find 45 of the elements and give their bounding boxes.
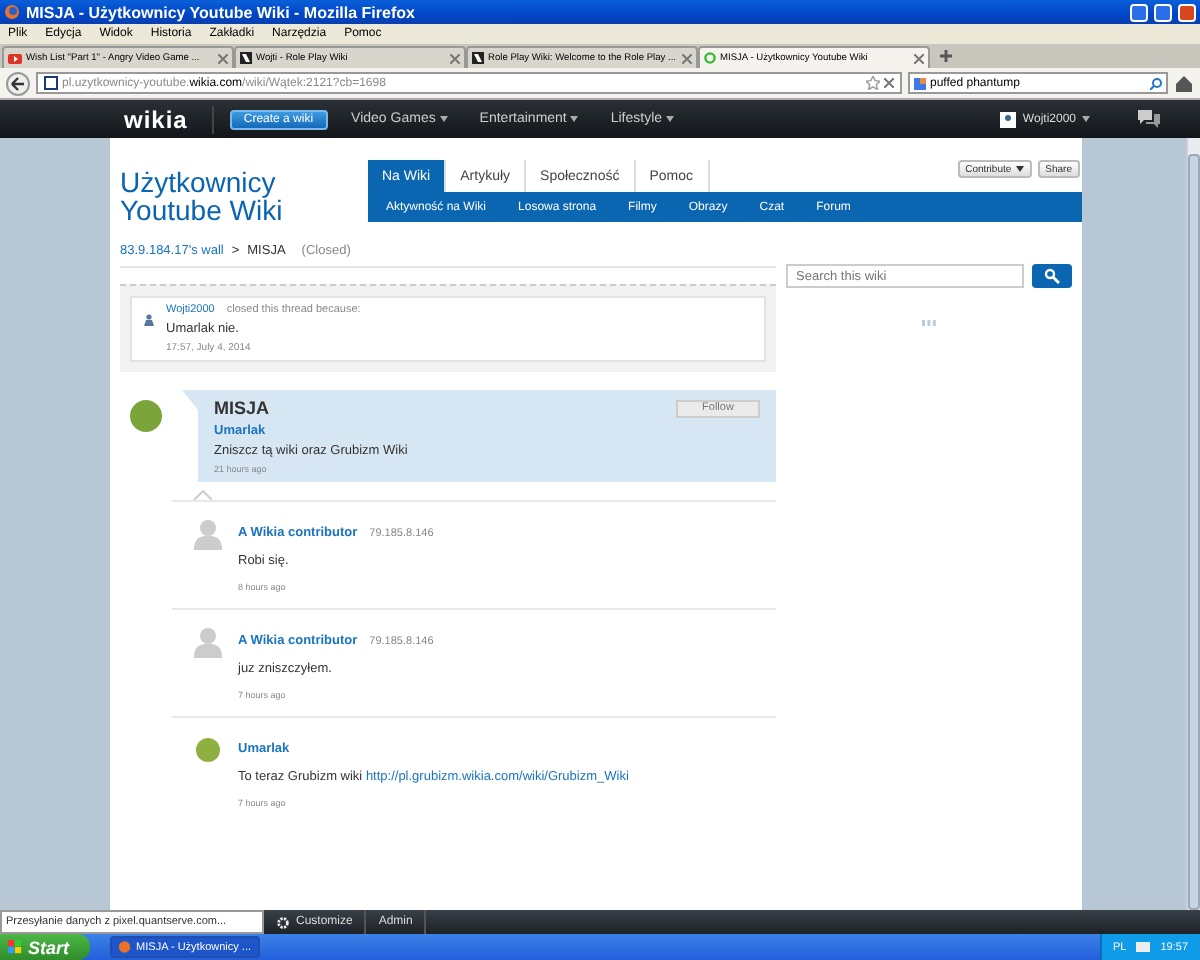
firefox-logo-icon [117, 940, 131, 954]
close-icon[interactable] [450, 53, 460, 63]
wikia-logo[interactable]: wikia [124, 105, 214, 133]
close-icon[interactable] [884, 78, 894, 88]
caret-icon [439, 116, 448, 122]
windows-logo-icon [8, 940, 22, 954]
back-icon[interactable] [6, 71, 30, 95]
google-icon [914, 77, 926, 89]
search-button[interactable] [1032, 264, 1072, 288]
close-button[interactable] [1178, 3, 1196, 21]
star-icon[interactable] [866, 76, 880, 90]
chat-icon[interactable] [1138, 110, 1160, 128]
caret-icon [1082, 116, 1090, 122]
ad-loading-icon [922, 320, 936, 326]
tray-icon [1136, 942, 1151, 952]
loading-icon [704, 52, 716, 64]
pointer-icon [194, 490, 212, 500]
wiki-favicon-icon [240, 52, 252, 64]
close-icon[interactable] [914, 53, 924, 63]
close-icon[interactable] [682, 53, 692, 63]
firefox-logo-icon [4, 4, 20, 20]
thread-title: MISJA [214, 398, 270, 418]
avatar-icon [1000, 111, 1017, 127]
search-icon [1044, 268, 1060, 284]
search-icon[interactable] [1150, 77, 1162, 89]
site-identity-icon [44, 76, 58, 90]
caret-icon [1015, 166, 1024, 172]
avatar [130, 400, 162, 432]
maximize-button[interactable] [1154, 3, 1172, 21]
new-tab-icon[interactable] [938, 48, 954, 64]
avatar [196, 738, 220, 762]
user-silhouette-icon [194, 518, 222, 550]
user-silhouette-icon [194, 626, 222, 658]
user-icon [144, 314, 154, 326]
home-icon[interactable] [1174, 73, 1194, 93]
caret-icon [665, 116, 674, 122]
scrollbar[interactable] [1186, 138, 1200, 910]
minimize-button[interactable] [1130, 3, 1148, 21]
wiki-favicon-icon [472, 52, 484, 64]
video-favicon-icon [8, 53, 22, 63]
settings-icon [276, 915, 290, 929]
caret-icon [570, 116, 579, 122]
window-title: MISJA - Użytkownicy Youtube Wiki - Mozilla Firefox [26, 3, 417, 21]
wiki-title[interactable]: Użytkownicy Youtube Wiki [120, 160, 368, 224]
close-icon[interactable] [218, 53, 228, 63]
